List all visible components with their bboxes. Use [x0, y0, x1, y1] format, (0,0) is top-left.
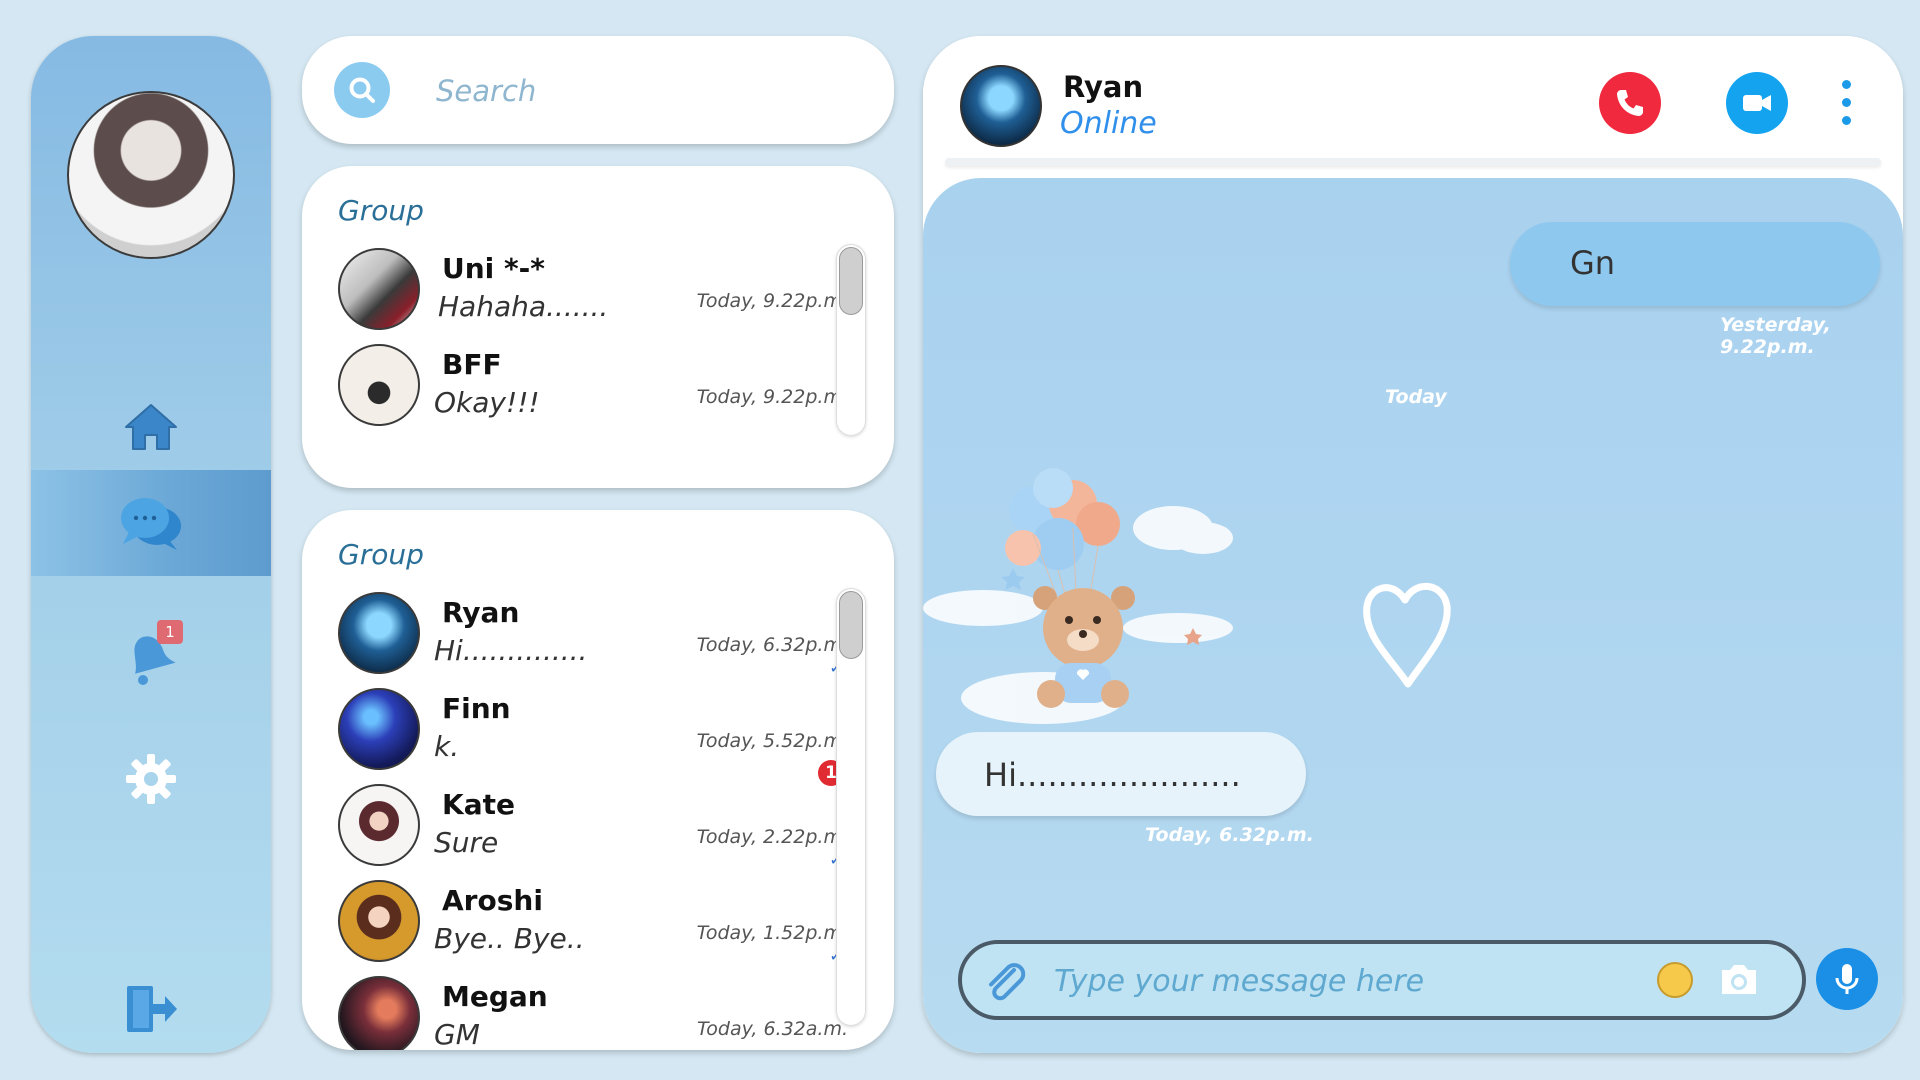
bear-balloons-illustration	[923, 468, 1233, 724]
chat-group-panel-2: Group Ryan Hi.............. Today, 6.32p…	[302, 510, 894, 1050]
sidebar-item-notifications[interactable]: 1	[31, 602, 271, 708]
last-message: GM	[434, 1018, 480, 1050]
chat-list-item-bff[interactable]: BFF Okay!!! Today, 9.22p.m.	[338, 340, 858, 430]
contact-status: Online	[1060, 106, 1157, 141]
last-message: Bye.. Bye..	[434, 922, 585, 955]
last-message: Hi..............	[434, 634, 588, 667]
conversation-panel: Ryan Online Gn Yesterday, 9.22p.m. Today…	[923, 36, 1903, 1053]
contact-name: Megan	[442, 980, 548, 1013]
sidebar-item-logout[interactable]	[31, 956, 271, 1053]
profile-avatar[interactable]	[67, 91, 235, 259]
contact-avatar[interactable]	[960, 65, 1042, 147]
logout-icon	[127, 986, 177, 1032]
sidebar-item-home[interactable]	[31, 374, 271, 480]
microphone-icon	[1835, 964, 1859, 994]
chat-list-item-finn[interactable]: Finn k. Today, 5.52p.m. 1	[338, 684, 858, 786]
search-icon	[349, 77, 375, 103]
scrollbar[interactable]	[836, 588, 866, 1026]
last-message: Hahaha.......	[438, 290, 609, 323]
chat-bubbles-icon	[121, 498, 181, 550]
contact-name: Aroshi	[442, 884, 543, 917]
chat-list-item-uni[interactable]: Uni *-* Hahaha....... Today, 9.22p.m.	[338, 244, 858, 334]
video-call-button[interactable]	[1726, 72, 1788, 134]
section-title: Group	[338, 538, 424, 571]
message-time: Yesterday, 9.22p.m.	[1720, 314, 1831, 358]
message-time: Today, 6.32a.m.	[697, 1018, 848, 1040]
contact-name: Kate	[442, 788, 515, 821]
message-time: Today, 9.22p.m.	[696, 290, 848, 312]
conversation-header: Ryan Online	[923, 36, 1903, 176]
message-area: Gn Yesterday, 9.22p.m. Today Hi.........…	[923, 178, 1903, 1053]
scrollbar-thumb[interactable]	[839, 247, 863, 315]
message-time: Today, 1.52p.m.	[696, 922, 848, 944]
message-text: Hi......................	[984, 756, 1241, 794]
day-separator: Today	[1385, 386, 1447, 408]
section-title: Group	[338, 194, 424, 227]
sidebar-item-settings[interactable]	[31, 726, 271, 832]
scrollbar[interactable]	[836, 244, 866, 436]
voice-call-button[interactable]	[1599, 72, 1661, 134]
more-options-button[interactable]	[1839, 80, 1853, 126]
sidebar-item-chats[interactable]	[31, 470, 271, 576]
notification-badge: 1	[157, 620, 183, 644]
avatar	[338, 880, 420, 962]
voice-message-button[interactable]	[1816, 948, 1878, 1010]
camera-icon[interactable]	[1716, 960, 1760, 1000]
chat-list-item-megan[interactable]: Megan GM Today, 6.32a.m.	[338, 972, 858, 1050]
message-bubble-incoming[interactable]: Hi......................	[936, 732, 1306, 816]
emoji-icon[interactable]	[1657, 962, 1693, 998]
message-bubble-outgoing[interactable]: Gn	[1510, 222, 1880, 306]
attachment-icon[interactable]	[984, 962, 1028, 1002]
message-time: Today, 6.32p.m.	[1145, 824, 1314, 846]
search-input[interactable]	[434, 64, 858, 118]
last-message: k.	[434, 730, 460, 763]
chat-group-panel-1: Group Uni *-* Hahaha....... Today, 9.22p…	[302, 166, 894, 488]
avatar	[338, 344, 420, 426]
message-composer	[958, 940, 1806, 1020]
last-message: Okay!!!	[434, 386, 540, 419]
contact-name: Finn	[442, 692, 511, 725]
contact-name: Ryan	[442, 596, 520, 629]
search-button[interactable]	[334, 62, 390, 118]
avatar	[338, 688, 420, 770]
heart-doodle-illustration	[1363, 582, 1451, 688]
search-bar	[302, 36, 894, 144]
chat-list-item-ryan[interactable]: Ryan Hi.............. Today, 6.32p.m. ✓✓	[338, 588, 858, 678]
message-time: Today, 5.52p.m.	[696, 730, 848, 752]
home-icon	[125, 404, 177, 450]
more-options-icon	[1841, 80, 1851, 89]
contact-name: Uni *-*	[442, 252, 545, 285]
chat-list-item-kate[interactable]: Kate Sure Today, 2.22p.m. ✓✓	[338, 780, 858, 870]
avatar	[338, 976, 420, 1050]
message-time: Today, 2.22p.m.	[696, 826, 848, 848]
contact-name: BFF	[442, 348, 502, 381]
avatar	[338, 248, 420, 330]
message-time: Today, 9.22p.m.	[696, 386, 848, 408]
contact-name: Ryan	[1063, 70, 1144, 104]
message-text: Gn	[1570, 244, 1616, 282]
message-input[interactable]	[1052, 958, 1616, 1004]
chat-list-item-aroshi[interactable]: Aroshi Bye.. Bye.. Today, 1.52p.m. ✓✓	[338, 876, 858, 966]
sidebar: 1	[31, 36, 271, 1053]
header-divider	[945, 158, 1881, 166]
last-message: Sure	[434, 826, 499, 859]
message-time: Today, 6.32p.m.	[696, 634, 848, 656]
avatar	[338, 784, 420, 866]
scrollbar-thumb[interactable]	[839, 591, 863, 659]
video-camera-icon	[1743, 95, 1771, 111]
phone-icon	[1617, 90, 1643, 116]
gear-icon	[126, 754, 176, 804]
avatar	[338, 592, 420, 674]
